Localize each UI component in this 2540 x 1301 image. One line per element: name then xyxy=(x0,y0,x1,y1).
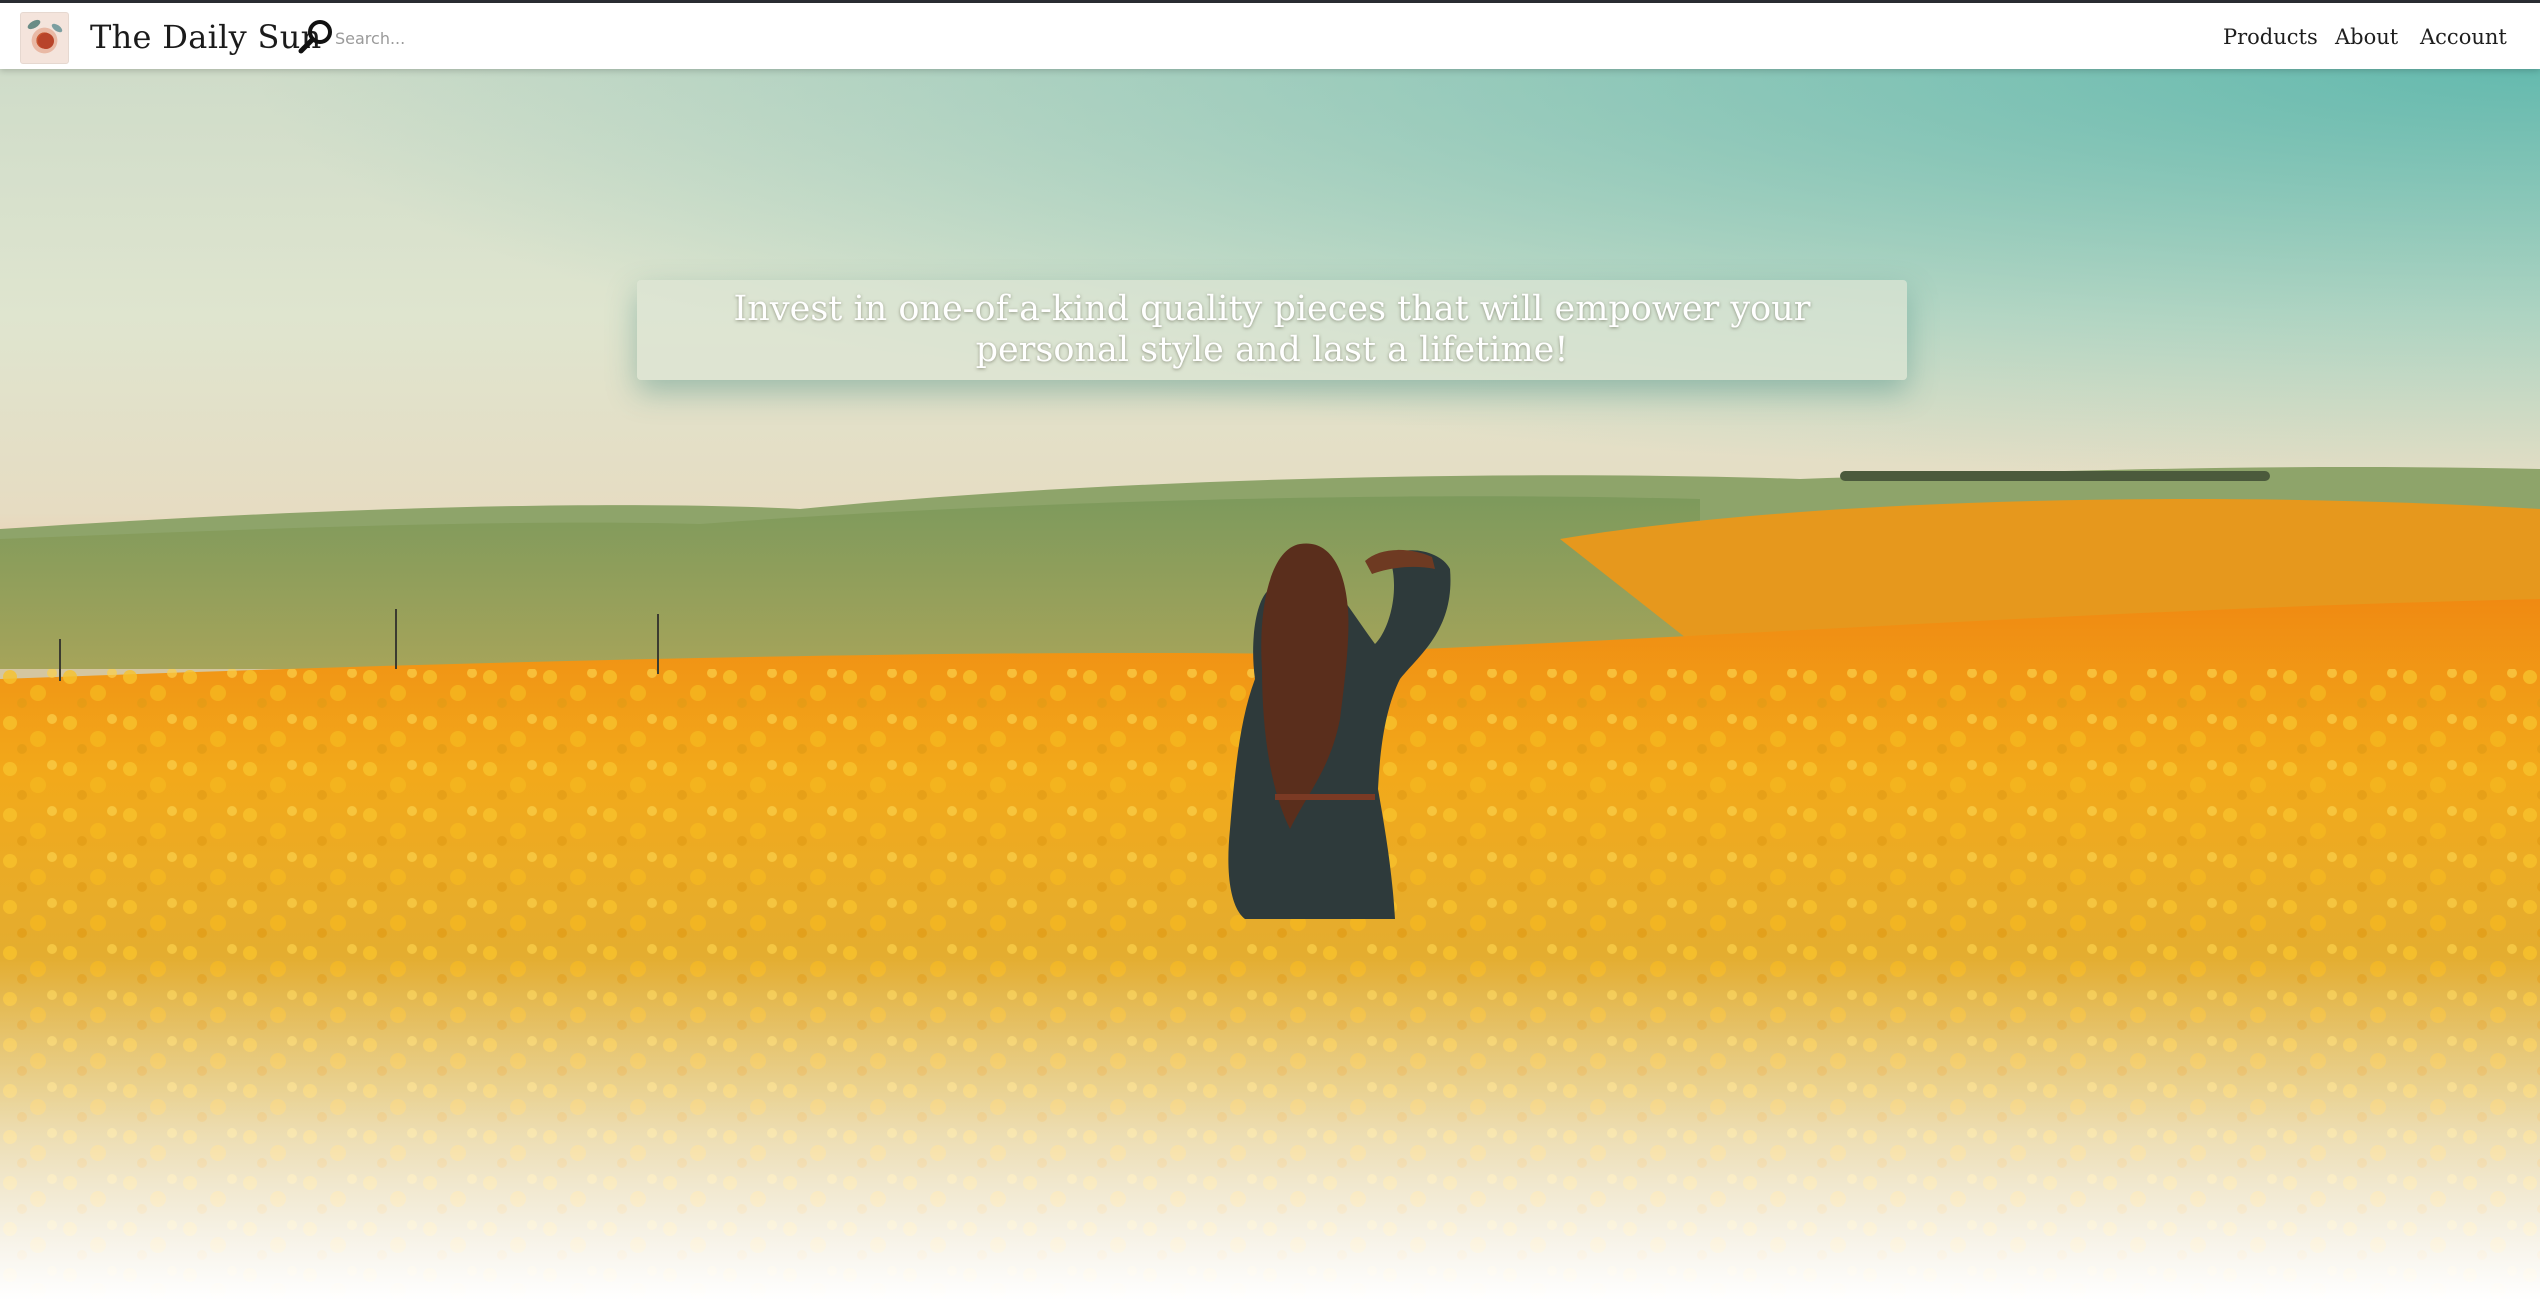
nav-link-account[interactable]: Account xyxy=(2420,25,2507,49)
nav-link-about[interactable]: About xyxy=(2335,25,2398,49)
hero-tagline: Invest in one-of-a-kind quality pieces t… xyxy=(733,289,1811,370)
navbar: The Daily Sun Products About Account xyxy=(0,3,2540,69)
search-input[interactable] xyxy=(335,23,595,53)
bouquet-logo-icon[interactable] xyxy=(20,12,69,64)
hero-tagline-box: Invest in one-of-a-kind quality pieces t… xyxy=(637,280,1907,380)
nav-link-products[interactable]: Products xyxy=(2223,25,2318,49)
brand-title[interactable]: The Daily Sun xyxy=(90,18,322,56)
magnifier-icon[interactable] xyxy=(296,17,336,57)
hero-background-image xyxy=(0,69,2540,1301)
hero-banner: Invest in one-of-a-kind quality pieces t… xyxy=(0,69,2540,1301)
